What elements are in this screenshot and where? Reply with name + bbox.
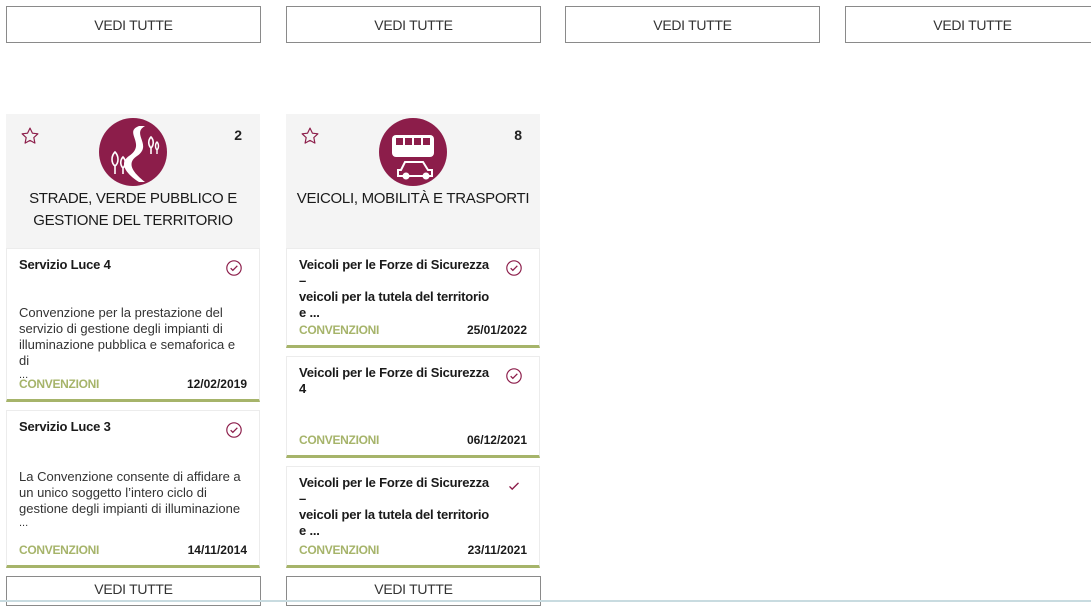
item-date: 12/02/2019 [186, 377, 247, 391]
vedi-tutte-button-1[interactable]: VEDI TUTTE [6, 6, 261, 43]
road-trees-icon [99, 118, 167, 186]
vedi-tutte-button-2[interactable]: VEDI TUTTE [286, 6, 541, 43]
category-card-veicoli[interactable]: 8 VEICOLI, MOBILITÀ E TRASPORTI [286, 114, 540, 248]
star-icon[interactable] [20, 126, 40, 146]
item-date: 14/11/2014 [187, 543, 247, 557]
bus-car-icon [379, 118, 447, 186]
check-circle-icon [226, 422, 242, 438]
list-item[interactable]: Veicoli per le Forze di Sicurezza 4 CONV… [286, 356, 540, 458]
list-item[interactable]: Veicoli per le Forze di Sicurezza – veic… [286, 466, 540, 568]
item-description: Convenzione per la prestazione del servi… [19, 305, 236, 381]
item-title: Veicoli per le Forze di Sicurezza 4 [299, 365, 489, 396]
list-item[interactable]: Servizio Luce 3 La Convenzione consente … [6, 410, 260, 568]
list-item[interactable]: Servizio Luce 4 Convenzione per la prest… [6, 248, 260, 402]
vedi-tutte-button-3[interactable]: VEDI TUTTE [565, 6, 820, 43]
item-count: 2 [234, 127, 242, 143]
item-title: Servizio Luce 3 [19, 419, 111, 434]
item-date: 25/01/2022 [466, 323, 527, 337]
item-title: Servizio Luce 4 [19, 257, 111, 272]
item-type: CONVENZIONI [299, 543, 380, 557]
check-icon [509, 482, 519, 491]
item-description: La Convenzione consente di affidare a un… [19, 469, 241, 529]
star-icon[interactable] [300, 126, 320, 146]
item-title: Veicoli per le Forze di Sicurezza – veic… [299, 257, 490, 320]
category-card-strade[interactable]: 2 STRADE, VERDE PUBBLICO E GESTIONE DEL … [6, 114, 260, 248]
vedi-tutte-button-4[interactable]: VEDI TUTTE [845, 6, 1091, 43]
item-type: CONVENZIONI [19, 543, 100, 557]
item-type: CONVENZIONI [299, 433, 380, 447]
item-date: 23/11/2021 [467, 543, 527, 557]
check-circle-icon [506, 368, 522, 384]
check-circle-icon [506, 260, 522, 276]
list-item[interactable]: Veicoli per le Forze di Sicurezza – veic… [286, 248, 540, 348]
item-type: CONVENZIONI [299, 323, 380, 337]
item-type: CONVENZIONI [19, 377, 100, 391]
item-title: Veicoli per le Forze di Sicurezza – veic… [299, 475, 490, 538]
check-circle-icon [226, 260, 242, 276]
item-count: 8 [514, 127, 522, 143]
category-title: VEICOLI, MOBILITÀ E TRASPORTI [296, 190, 530, 207]
item-date: 06/12/2021 [466, 433, 527, 447]
category-title: STRADE, VERDE PUBBLICO E GESTIONE DEL TE… [29, 190, 237, 229]
